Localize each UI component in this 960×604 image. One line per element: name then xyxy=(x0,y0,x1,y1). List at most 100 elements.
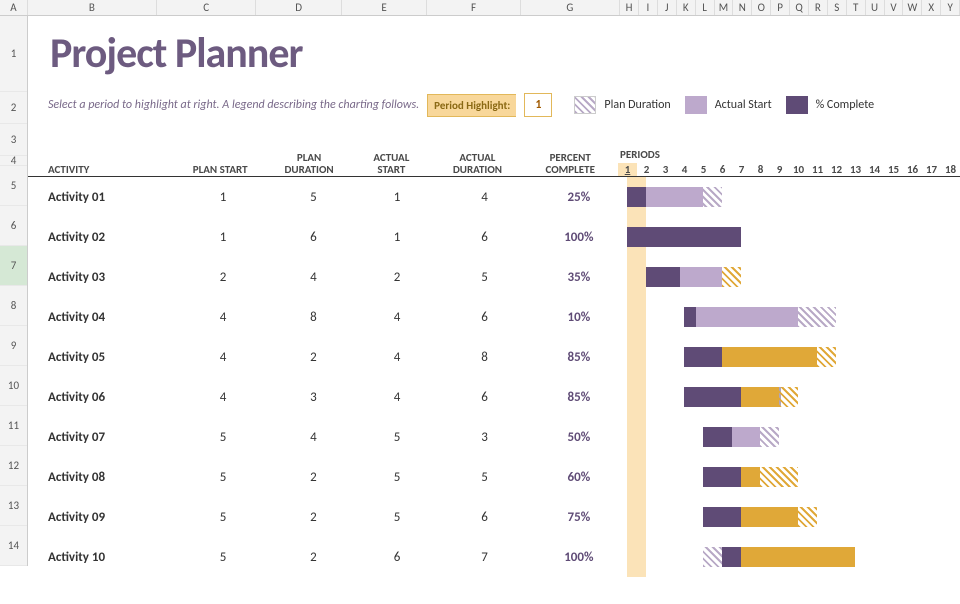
activity-name[interactable]: Activity 02 xyxy=(48,230,174,245)
plan-duration[interactable]: 6 xyxy=(272,230,356,245)
activity-name[interactable]: Activity 09 xyxy=(48,510,174,525)
row-header-8[interactable]: 8 xyxy=(0,286,27,326)
actual-start[interactable]: 5 xyxy=(355,470,439,485)
plan-start[interactable]: 5 xyxy=(174,510,271,525)
plan-duration[interactable]: 4 xyxy=(272,430,356,445)
activity-name[interactable]: Activity 05 xyxy=(48,350,174,365)
col-header-J[interactable]: J xyxy=(658,0,677,15)
table-row[interactable]: Activity 03242535% xyxy=(28,257,960,297)
row-header-12[interactable]: 12 xyxy=(0,446,27,486)
actual-duration[interactable]: 8 xyxy=(439,350,530,365)
actual-duration[interactable]: 7 xyxy=(439,550,530,565)
pct-complete[interactable]: 60% xyxy=(530,470,627,485)
plan-duration[interactable]: 3 xyxy=(272,390,356,405)
plan-start[interactable]: 5 xyxy=(174,470,271,485)
plan-duration[interactable]: 5 xyxy=(272,190,356,205)
row-header-1[interactable]: 1 xyxy=(0,16,27,92)
col-header-H[interactable]: H xyxy=(620,0,639,15)
actual-start[interactable]: 1 xyxy=(355,190,439,205)
row-header-14[interactable]: 14 xyxy=(0,526,27,566)
col-header-X[interactable]: X xyxy=(922,0,941,15)
plan-duration[interactable]: 2 xyxy=(272,470,356,485)
actual-start[interactable]: 2 xyxy=(355,270,439,285)
activity-name[interactable]: Activity 06 xyxy=(48,390,174,405)
col-header-U[interactable]: U xyxy=(866,0,885,15)
pct-complete[interactable]: 25% xyxy=(530,190,627,205)
col-header-O[interactable]: O xyxy=(752,0,771,15)
row-header-4[interactable]: 4 xyxy=(0,156,27,166)
period-highlight-input[interactable]: 1 xyxy=(524,93,552,117)
row-header-11[interactable]: 11 xyxy=(0,406,27,446)
pct-complete[interactable]: 10% xyxy=(530,310,627,325)
pct-complete[interactable]: 75% xyxy=(530,510,627,525)
row-header-9[interactable]: 9 xyxy=(0,326,27,366)
plan-start[interactable]: 1 xyxy=(174,230,271,245)
col-header-N[interactable]: N xyxy=(733,0,752,15)
plan-start[interactable]: 1 xyxy=(174,190,271,205)
col-header-G[interactable]: G xyxy=(521,0,620,15)
pct-complete[interactable]: 85% xyxy=(530,350,627,365)
activity-name[interactable]: Activity 10 xyxy=(48,550,174,565)
row-header-10[interactable]: 10 xyxy=(0,366,27,406)
plan-duration[interactable]: 2 xyxy=(272,510,356,525)
table-row[interactable]: Activity 04484610% xyxy=(28,297,960,337)
col-header-R[interactable]: R xyxy=(809,0,828,15)
actual-start[interactable]: 4 xyxy=(355,350,439,365)
actual-start[interactable]: 5 xyxy=(355,430,439,445)
col-header-P[interactable]: P xyxy=(771,0,790,15)
table-row[interactable]: Activity 06434685% xyxy=(28,377,960,417)
pct-complete[interactable]: 100% xyxy=(530,230,627,245)
table-row[interactable]: Activity 105267100% xyxy=(28,537,960,577)
col-header-W[interactable]: W xyxy=(903,0,922,15)
col-header-M[interactable]: M xyxy=(715,0,734,15)
table-row[interactable]: Activity 01151425% xyxy=(28,177,960,217)
col-header-T[interactable]: T xyxy=(847,0,866,15)
col-header-Q[interactable]: Q xyxy=(790,0,809,15)
table-row[interactable]: Activity 08525560% xyxy=(28,457,960,497)
spreadsheet-column-headers[interactable]: ABCDEFGHIJKLMNOPQRSTUVWXY xyxy=(0,0,960,16)
actual-duration[interactable]: 3 xyxy=(439,430,530,445)
col-header-A[interactable]: A xyxy=(0,0,28,15)
plan-duration[interactable]: 4 xyxy=(272,270,356,285)
col-header-Y[interactable]: Y xyxy=(941,0,960,15)
activity-name[interactable]: Activity 08 xyxy=(48,470,174,485)
actual-duration[interactable]: 6 xyxy=(439,230,530,245)
spreadsheet-row-headers[interactable]: 1234567891011121314 xyxy=(0,16,28,566)
plan-start[interactable]: 5 xyxy=(174,430,271,445)
actual-start[interactable]: 4 xyxy=(355,310,439,325)
activity-name[interactable]: Activity 04 xyxy=(48,310,174,325)
activity-name[interactable]: Activity 07 xyxy=(48,430,174,445)
actual-start[interactable]: 4 xyxy=(355,390,439,405)
pct-complete[interactable]: 100% xyxy=(530,550,627,565)
table-row[interactable]: Activity 05424885% xyxy=(28,337,960,377)
plan-duration[interactable]: 2 xyxy=(272,550,356,565)
col-header-K[interactable]: K xyxy=(677,0,696,15)
col-header-C[interactable]: C xyxy=(157,0,256,15)
actual-start[interactable]: 5 xyxy=(355,510,439,525)
plan-start[interactable]: 4 xyxy=(174,310,271,325)
row-header-13[interactable]: 13 xyxy=(0,486,27,526)
col-header-L[interactable]: L xyxy=(696,0,715,15)
col-header-B[interactable]: B xyxy=(28,0,157,15)
col-header-I[interactable]: I xyxy=(639,0,658,15)
row-header-3[interactable]: 3 xyxy=(0,124,27,156)
col-header-S[interactable]: S xyxy=(828,0,847,15)
actual-duration[interactable]: 5 xyxy=(439,270,530,285)
plan-start[interactable]: 4 xyxy=(174,390,271,405)
table-row[interactable]: Activity 07545350% xyxy=(28,417,960,457)
col-header-V[interactable]: V xyxy=(885,0,904,15)
actual-start[interactable]: 1 xyxy=(355,230,439,245)
plan-start[interactable]: 5 xyxy=(174,550,271,565)
pct-complete[interactable]: 85% xyxy=(530,390,627,405)
actual-duration[interactable]: 6 xyxy=(439,310,530,325)
table-row[interactable]: Activity 09525675% xyxy=(28,497,960,537)
col-header-D[interactable]: D xyxy=(256,0,341,15)
row-header-2[interactable]: 2 xyxy=(0,92,27,124)
actual-duration[interactable]: 4 xyxy=(439,190,530,205)
plan-start[interactable]: 4 xyxy=(174,350,271,365)
actual-duration[interactable]: 5 xyxy=(439,470,530,485)
row-header-5[interactable]: 5 xyxy=(0,166,27,206)
actual-duration[interactable]: 6 xyxy=(439,510,530,525)
col-header-F[interactable]: F xyxy=(427,0,520,15)
plan-duration[interactable]: 2 xyxy=(272,350,356,365)
